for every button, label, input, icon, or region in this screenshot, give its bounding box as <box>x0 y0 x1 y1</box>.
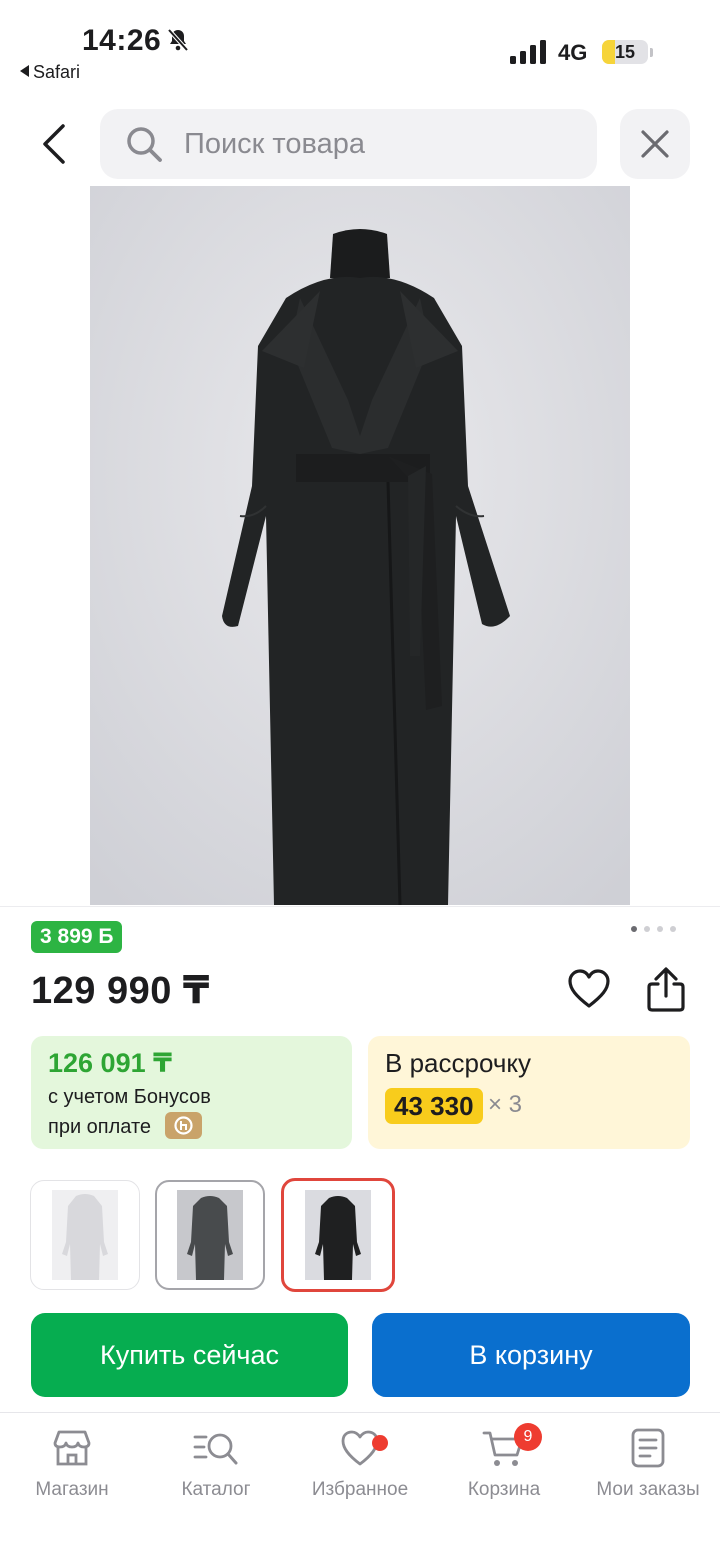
installment-title: В рассрочку <box>385 1048 532 1078</box>
search-bar[interactable] <box>100 109 597 179</box>
buy-now-button[interactable]: Купить сейчас <box>31 1313 348 1397</box>
orders-icon <box>631 1428 665 1468</box>
gallery-dot <box>644 926 650 932</box>
tab-label: Магазин <box>35 1479 109 1500</box>
coat-thumbnail-light <box>52 1190 118 1280</box>
signal-icon <box>510 40 546 64</box>
divider <box>0 906 720 907</box>
tab-store[interactable]: Магазин <box>0 1427 144 1527</box>
product-price: 129 990 ₸ <box>31 970 210 1012</box>
tab-bar: Магазин Каталог Избранное 9 Корзина Мои … <box>0 1412 720 1564</box>
coat-thumbnail-grey <box>177 1190 243 1280</box>
gallery-dot <box>670 926 676 932</box>
back-button[interactable] <box>28 118 80 170</box>
tab-orders[interactable]: Мои заказы <box>576 1427 720 1527</box>
close-icon <box>641 130 669 158</box>
back-to-app[interactable]: Safari <box>20 62 80 83</box>
store-icon <box>53 1430 91 1466</box>
tab-favorites[interactable]: Избранное <box>288 1427 432 1527</box>
network-type: 4G <box>558 40 588 65</box>
chevron-left-icon <box>43 124 65 164</box>
close-button[interactable] <box>620 109 690 179</box>
tab-label: Корзина <box>467 1479 541 1500</box>
battery-indicator: 15 <box>602 40 653 66</box>
installment-amount: 43 330 <box>385 1088 483 1124</box>
payment-method-icon <box>165 1112 202 1139</box>
installment-card[interactable]: В рассрочку 43 330 × 3 <box>368 1036 690 1149</box>
gallery-dot <box>657 926 663 932</box>
bell-muted-icon <box>167 28 189 52</box>
cart-count-badge: 9 <box>514 1423 542 1451</box>
thumbnail-3-selected[interactable] <box>281 1178 395 1292</box>
heart-icon <box>568 969 610 1008</box>
tab-cart[interactable]: 9 Корзина <box>432 1423 576 1527</box>
search-input[interactable] <box>184 119 584 169</box>
bonus-note: с учетом Бонусов <box>48 1086 211 1108</box>
catalog-search-icon <box>193 1433 238 1465</box>
product-image[interactable] <box>90 186 630 905</box>
thumbnail-1[interactable] <box>30 1180 140 1290</box>
status-time: 14:26 <box>82 24 162 57</box>
bonus-note-payment: при оплате <box>48 1116 152 1138</box>
tab-label: Избранное <box>311 1479 409 1500</box>
thumbnail-2[interactable] <box>155 1180 265 1290</box>
gallery-dot <box>631 926 637 932</box>
battery-percent: 15 <box>614 42 636 62</box>
add-to-cart-button[interactable]: В корзину <box>372 1313 690 1397</box>
coat-thumbnail-black <box>305 1190 371 1280</box>
favorite-button[interactable] <box>566 966 612 1012</box>
share-icon <box>647 967 685 1012</box>
bonus-price-card[interactable]: 126 091 ₸ с учетом Бонусов при оплате <box>31 1036 352 1149</box>
tab-label: Мои заказы <box>596 1479 700 1500</box>
bonus-price: 126 091 ₸ <box>48 1048 172 1078</box>
search-icon <box>127 127 162 162</box>
back-app-label: Safari <box>33 62 81 82</box>
bonus-badge: 3 899 Б <box>31 921 123 953</box>
gallery-indicator <box>631 926 676 932</box>
coat-photo <box>90 186 630 905</box>
back-triangle-icon <box>20 65 29 77</box>
share-button[interactable] <box>642 966 690 1014</box>
tab-catalog[interactable]: Каталог <box>144 1427 288 1527</box>
tab-label: Каталог <box>181 1479 251 1500</box>
installment-multiplier: × 3 <box>488 1091 523 1118</box>
favorites-notification-dot <box>372 1435 388 1451</box>
